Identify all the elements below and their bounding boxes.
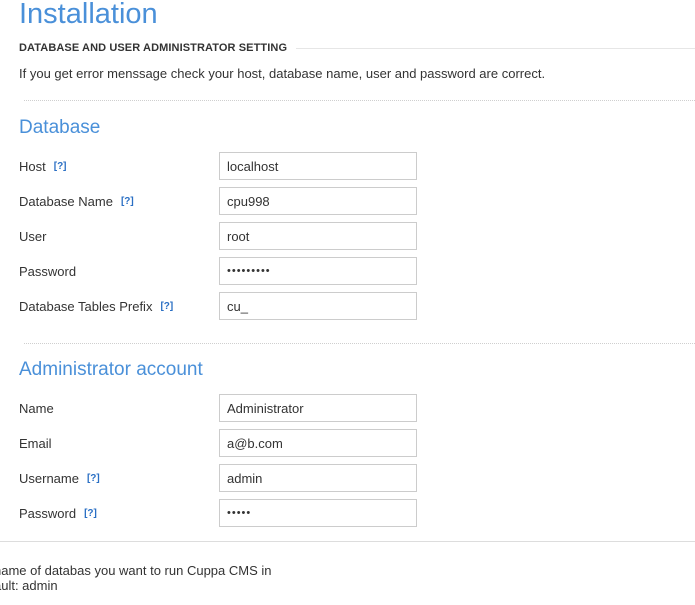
email-label-wrap: Email — [19, 436, 52, 451]
user-row: User — [19, 222, 419, 252]
email-label: Email — [19, 436, 52, 451]
section-divider — [296, 47, 695, 49]
email-row: Email — [19, 429, 419, 459]
host-label-wrap: Host [?] — [19, 159, 67, 174]
db-password-row: Password — [19, 257, 419, 287]
db-password-label: Password — [19, 264, 77, 279]
db-password-label-wrap: Password — [19, 264, 76, 279]
admin-password-label-wrap: Password [?] — [19, 506, 97, 521]
admin-name-input[interactable] — [219, 394, 417, 422]
tables-prefix-label-wrap: Database Tables Prefix [?] — [19, 299, 173, 314]
user-label: User — [19, 229, 47, 244]
admin-password-row: Password [?] — [19, 499, 419, 529]
section-header: DATABASE AND USER ADMINISTRATOR SETTING — [19, 41, 695, 55]
admin-name-label: Name — [19, 401, 54, 416]
database-name-label: Database Name — [19, 194, 113, 209]
database-name-input[interactable] — [219, 187, 417, 215]
email-input[interactable] — [219, 429, 417, 457]
database-name-label-wrap: Database Name [?] — [19, 194, 134, 209]
user-label-wrap: User — [19, 229, 46, 244]
tooltip-divider — [0, 541, 695, 542]
tables-prefix-input[interactable] — [219, 292, 417, 320]
user-input[interactable] — [219, 222, 417, 250]
dotted-divider — [24, 100, 695, 101]
host-row: Host [?] — [19, 152, 419, 182]
section-title: DATABASE AND USER ADMINISTRATOR SETTING — [19, 42, 288, 54]
tables-prefix-row: Database Tables Prefix [?] — [19, 292, 419, 322]
page-title: Installation — [19, 0, 158, 30]
database-name-help-link[interactable]: [?] — [121, 196, 134, 208]
dotted-divider — [24, 343, 695, 344]
database-heading: Database — [19, 117, 101, 138]
info-text: If you get error menssage check your hos… — [19, 66, 546, 81]
username-label-wrap: Username [?] — [19, 471, 100, 486]
admin-password-label: Password — [19, 506, 77, 521]
administrator-heading: Administrator account — [19, 359, 203, 380]
username-input[interactable] — [219, 464, 417, 492]
admin-name-row: Name — [19, 394, 419, 424]
admin-password-help-link[interactable]: [?] — [84, 508, 97, 520]
username-row: Username [?] — [19, 464, 419, 494]
username-help-link[interactable]: [?] — [87, 473, 100, 485]
admin-name-label-wrap: Name — [19, 401, 54, 416]
database-name-row: Database Name [?] — [19, 187, 419, 217]
tooltip-text-database: name of databas you want to run Cuppa CM… — [0, 563, 272, 578]
host-label: Host — [19, 159, 46, 174]
db-password-input[interactable] — [219, 257, 417, 285]
tables-prefix-help-link[interactable]: [?] — [160, 301, 173, 313]
username-label: Username — [19, 471, 79, 486]
tooltip-text-username: ault: admin — [0, 578, 58, 593]
host-help-link[interactable]: [?] — [54, 161, 67, 173]
admin-password-input[interactable] — [219, 499, 417, 527]
host-input[interactable] — [219, 152, 417, 180]
tables-prefix-label: Database Tables Prefix — [19, 299, 153, 314]
